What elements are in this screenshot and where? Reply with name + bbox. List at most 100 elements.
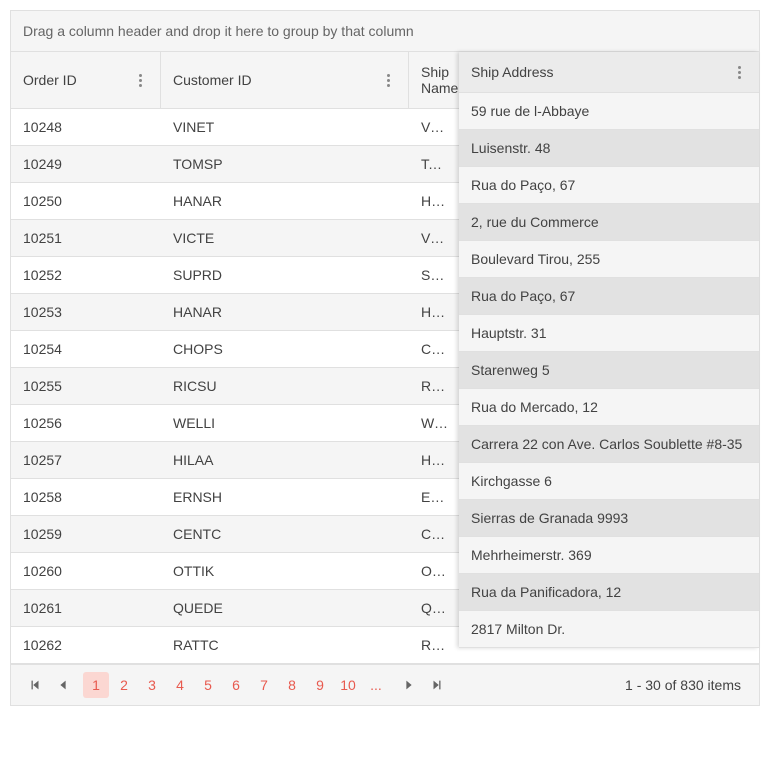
table-row[interactable]: Rua da Panificadora, 12 [459, 574, 759, 611]
cell-ship-name: Vins et alcools Chevalier [409, 109, 459, 145]
pager-page[interactable]: 6 [223, 672, 249, 698]
cell-ship-name: Rattlesnake Canyon Grocery [409, 627, 459, 663]
table-row[interactable]: Hauptstr. 31 [459, 315, 759, 352]
header-order-id[interactable]: Order ID [11, 52, 161, 108]
cell-customer-id: CHOPS [161, 331, 409, 367]
table-row[interactable]: Rua do Mercado, 12 [459, 389, 759, 426]
cell-ship-address: 59 rue de l-Abbaye [459, 93, 759, 129]
cell-order-id: 10256 [11, 405, 161, 441]
header-label: Ship Address [471, 64, 554, 80]
table-row[interactable]: 59 rue de l-Abbaye [459, 93, 759, 130]
chevron-right-icon [402, 678, 416, 692]
table-row[interactable]: 2817 Milton Dr. [459, 611, 759, 648]
cell-order-id: 10259 [11, 516, 161, 552]
cell-ship-name: Richter Supermarkt [409, 368, 459, 404]
pager-prev-button[interactable] [49, 671, 77, 699]
table-row[interactable]: Rua do Paço, 67 [459, 167, 759, 204]
table-row[interactable]: Luisenstr. 48 [459, 130, 759, 167]
cell-ship-name: Chop-suey Chinese [409, 331, 459, 367]
group-panel[interactable]: Drag a column header and drop it here to… [11, 11, 759, 52]
cell-ship-address: 2817 Milton Dr. [459, 611, 759, 647]
cell-customer-id: VINET [161, 109, 409, 145]
table-container: Order ID Customer ID Ship Name 10248VINE… [11, 52, 759, 664]
cell-ship-address: Hauptstr. 31 [459, 315, 759, 351]
pager-page[interactable]: 7 [251, 672, 277, 698]
cell-customer-id: VICTE [161, 220, 409, 256]
cell-order-id: 10254 [11, 331, 161, 367]
cell-ship-address: Starenweg 5 [459, 352, 759, 388]
cell-customer-id: CENTC [161, 516, 409, 552]
cell-ship-name: Victuailles en stock [409, 220, 459, 256]
cell-order-id: 10253 [11, 294, 161, 330]
table-row[interactable]: Sierras de Granada 9993 [459, 500, 759, 537]
cell-order-id: 10261 [11, 590, 161, 626]
column-menu-icon[interactable] [731, 64, 747, 80]
cell-ship-name: HILARION-Abastos [409, 442, 459, 478]
header-customer-id[interactable]: Customer ID [161, 52, 409, 108]
cell-ship-address: 2, rue du Commerce [459, 204, 759, 240]
header-label: Ship Name [421, 64, 458, 96]
cell-ship-address: Luisenstr. 48 [459, 130, 759, 166]
cell-order-id: 10248 [11, 109, 161, 145]
cell-ship-name: Hanari Carnes [409, 183, 459, 219]
cell-ship-name: Wellington Importadora [409, 405, 459, 441]
seek-first-icon [28, 678, 42, 692]
cell-ship-name: Suprêmes délices [409, 257, 459, 293]
pager-page[interactable]: 2 [111, 672, 137, 698]
cell-ship-name: Hanari Carnes [409, 294, 459, 330]
cell-order-id: 10260 [11, 553, 161, 589]
header-ship-name[interactable]: Ship Name [409, 52, 459, 108]
cell-customer-id: HANAR [161, 294, 409, 330]
cell-ship-address: Rua do Paço, 67 [459, 278, 759, 314]
seek-last-icon [430, 678, 444, 692]
pager-page[interactable]: 8 [279, 672, 305, 698]
cell-ship-name: Que Delícia [409, 590, 459, 626]
table-row[interactable]: Starenweg 5 [459, 352, 759, 389]
header-ship-address[interactable]: Ship Address [459, 52, 759, 92]
cell-customer-id: TOMSP [161, 146, 409, 182]
table-row[interactable]: Kirchgasse 6 [459, 463, 759, 500]
cell-customer-id: OTTIK [161, 553, 409, 589]
locked-table-body: 59 rue de l-AbbayeLuisenstr. 48Rua do Pa… [459, 93, 759, 648]
pager-next-button[interactable] [395, 671, 423, 699]
cell-customer-id: HANAR [161, 183, 409, 219]
pager-page[interactable]: 10 [335, 672, 361, 698]
cell-order-id: 10262 [11, 627, 161, 663]
column-menu-icon[interactable] [380, 72, 396, 88]
cell-ship-address: Rua do Paço, 67 [459, 167, 759, 203]
locked-column: Ship Address 59 rue de l-AbbayeLuisenstr… [459, 52, 759, 648]
table-row[interactable]: Boulevard Tirou, 255 [459, 241, 759, 278]
cell-customer-id: ERNSH [161, 479, 409, 515]
cell-customer-id: RICSU [161, 368, 409, 404]
cell-ship-address: Sierras de Granada 9993 [459, 500, 759, 536]
header-label: Customer ID [173, 72, 252, 88]
cell-ship-address: Rua do Mercado, 12 [459, 389, 759, 425]
pager-page[interactable]: 9 [307, 672, 333, 698]
header-label: Order ID [23, 72, 77, 88]
pager-page[interactable]: 4 [167, 672, 193, 698]
pager-page[interactable]: 3 [139, 672, 165, 698]
table-row[interactable]: 2, rue du Commerce [459, 204, 759, 241]
cell-ship-address: Kirchgasse 6 [459, 463, 759, 499]
cell-customer-id: RATTC [161, 627, 409, 663]
cell-ship-address: Carrera 22 con Ave. Carlos Soublette #8-… [459, 426, 759, 462]
data-grid: Drag a column header and drop it here to… [10, 10, 760, 706]
pager: 12345678910... 1 - 30 of 830 items [11, 664, 759, 705]
cell-ship-address: Boulevard Tirou, 255 [459, 241, 759, 277]
cell-order-id: 10249 [11, 146, 161, 182]
cell-ship-name: Ernst Handel [409, 479, 459, 515]
pager-info: 1 - 30 of 830 items [625, 677, 749, 693]
table-row[interactable]: Mehrheimerstr. 369 [459, 537, 759, 574]
chevron-left-icon [56, 678, 70, 692]
pager-more[interactable]: ... [363, 672, 389, 698]
cell-order-id: 10251 [11, 220, 161, 256]
pager-page[interactable]: 5 [195, 672, 221, 698]
cell-customer-id: SUPRD [161, 257, 409, 293]
pager-page[interactable]: 1 [83, 672, 109, 698]
table-row[interactable]: Carrera 22 con Ave. Carlos Soublette #8-… [459, 426, 759, 463]
cell-ship-name: Centro comercial Moctezuma [409, 516, 459, 552]
pager-first-button[interactable] [21, 671, 49, 699]
table-row[interactable]: Rua do Paço, 67 [459, 278, 759, 315]
pager-last-button[interactable] [423, 671, 451, 699]
column-menu-icon[interactable] [132, 72, 148, 88]
